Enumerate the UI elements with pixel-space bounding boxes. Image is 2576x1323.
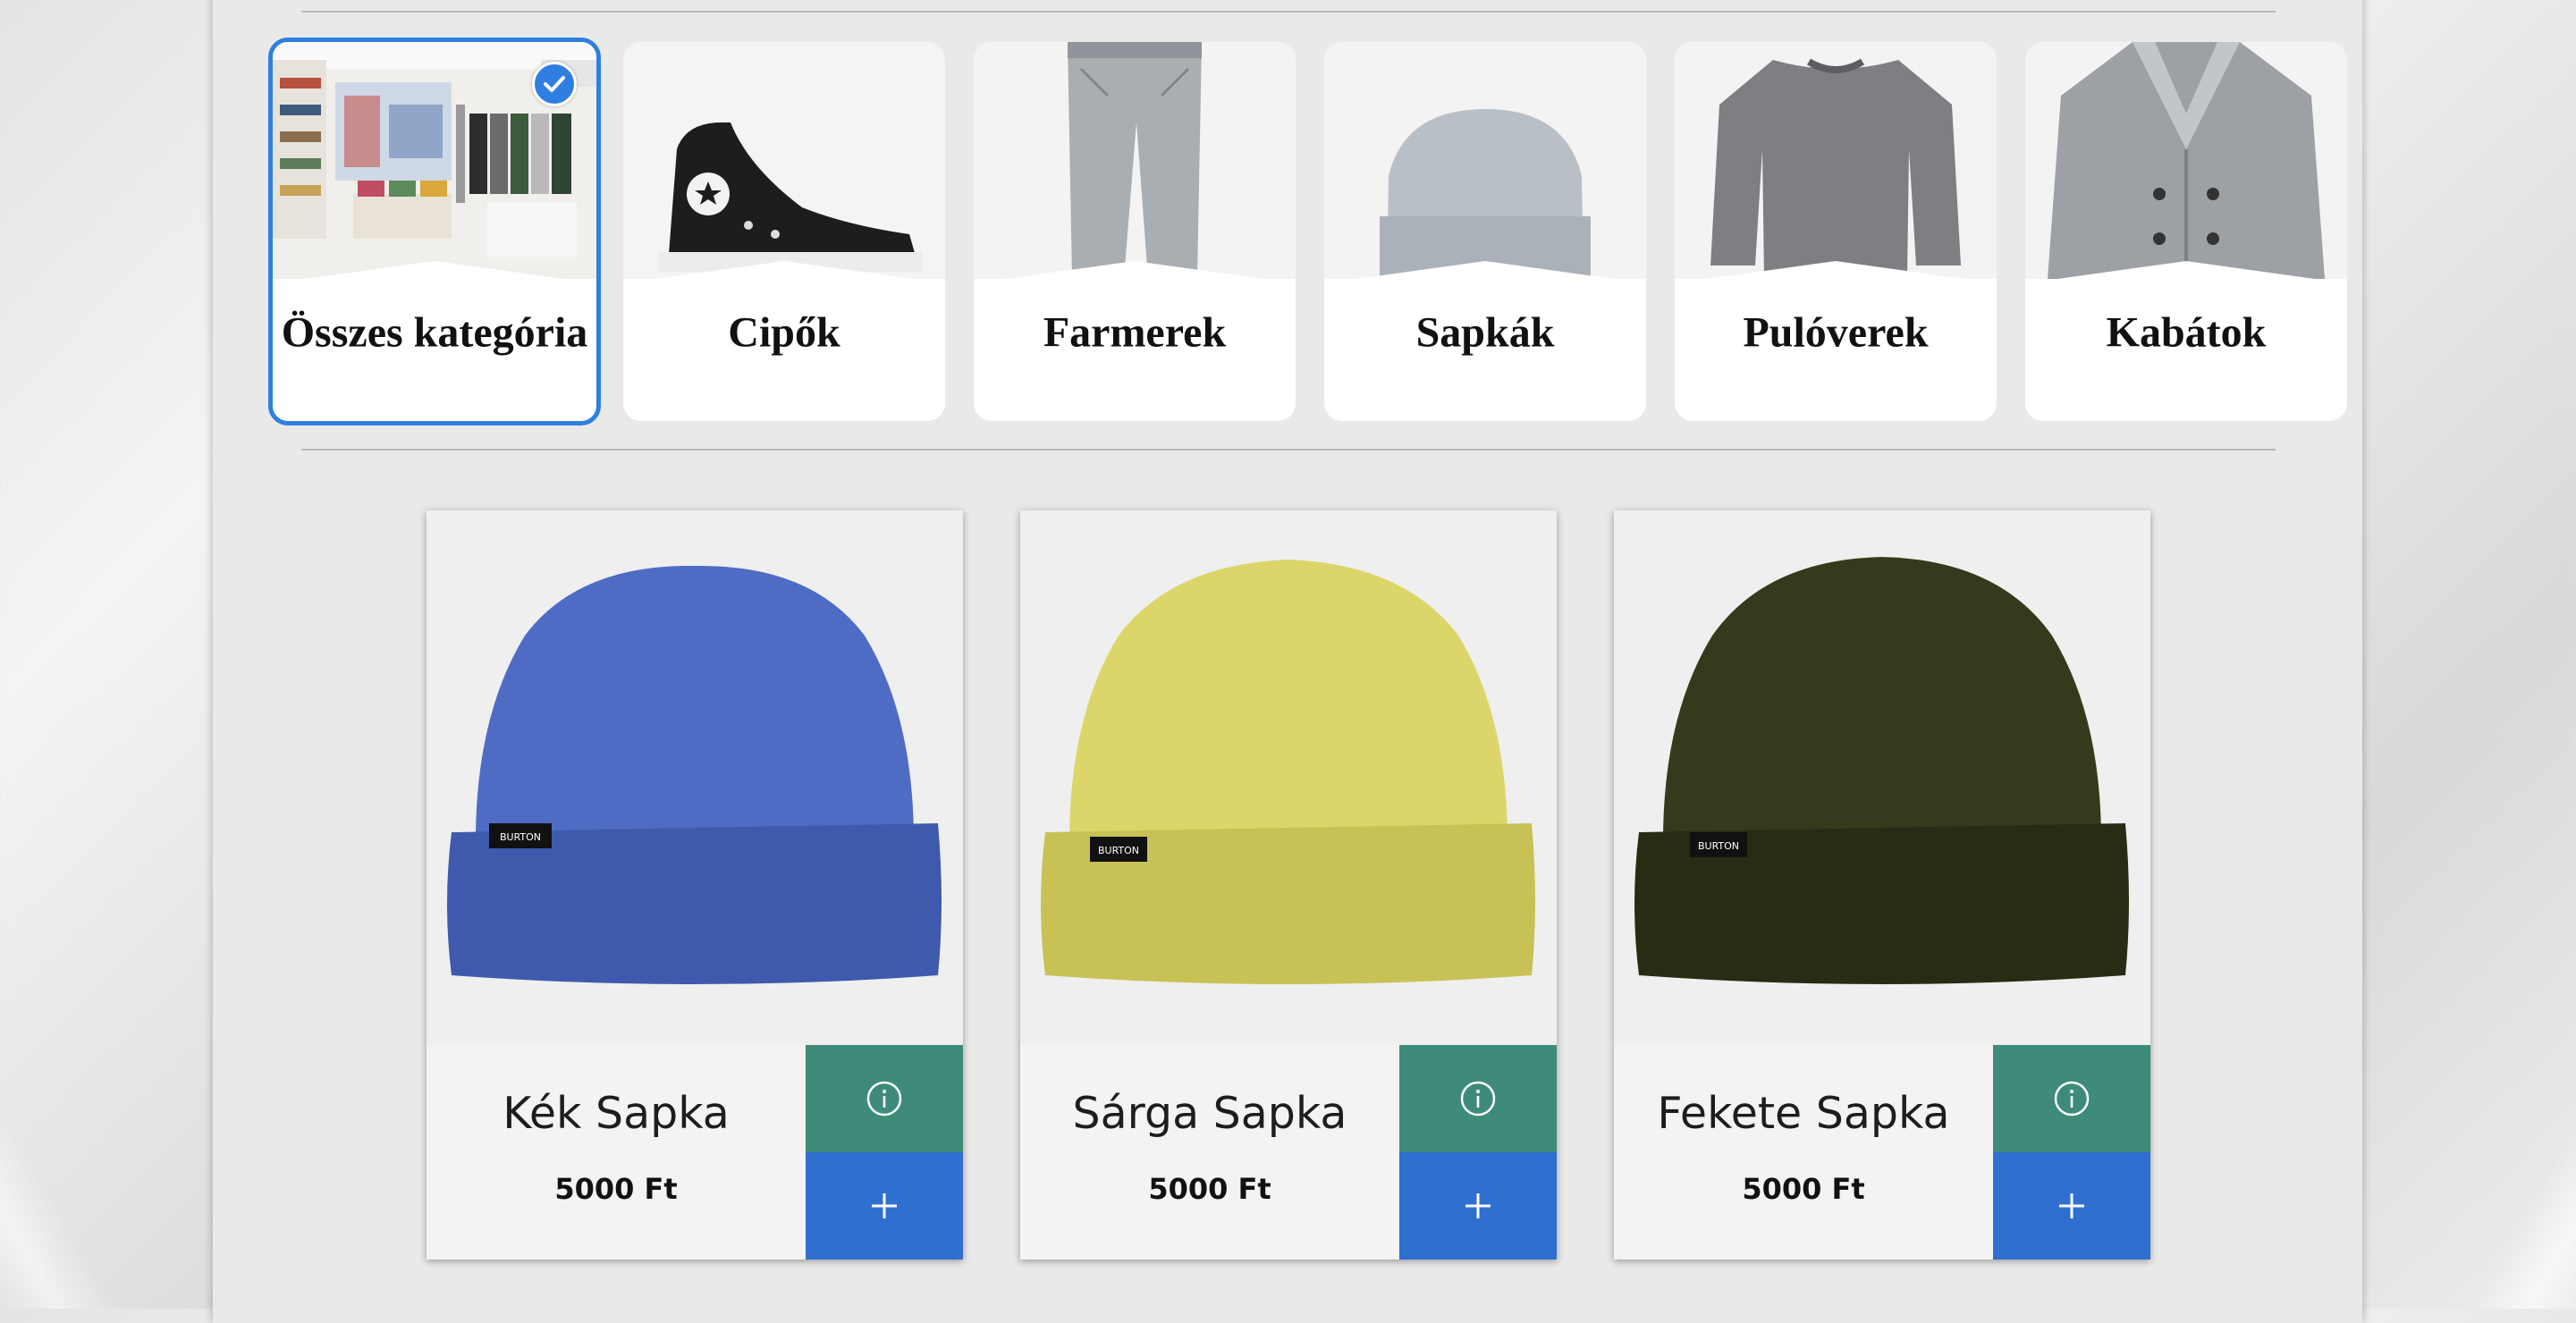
info-icon [2054, 1081, 2090, 1117]
category-label: Sapkák [1415, 308, 1555, 357]
product-image: BURTON [1614, 510, 2150, 1045]
info-button[interactable] [1993, 1045, 2150, 1152]
category-card-hats[interactable]: Sapkák [1324, 42, 1646, 421]
top-divider [301, 11, 2276, 13]
category-label: Cipők [728, 308, 840, 357]
checkmark-icon [532, 62, 577, 106]
product-image: BURTON [427, 510, 963, 1045]
category-divider [301, 449, 2276, 451]
info-icon [866, 1081, 902, 1117]
product-name: Sárga Sapka [1072, 1088, 1347, 1139]
card-wave [273, 261, 596, 310]
card-wave [2025, 261, 2347, 310]
card-wave [1675, 261, 1997, 310]
product-info: Sárga Sapka 5000 Ft [1020, 1045, 1399, 1260]
beanie-image [1324, 42, 1646, 279]
product-name: Kék Sapka [503, 1088, 730, 1139]
product-info: Fekete Sapka 5000 Ft [1614, 1045, 1993, 1260]
product-price: 5000 Ft [1742, 1172, 1865, 1206]
info-button[interactable] [1399, 1045, 1557, 1152]
sweater-image [1675, 42, 1997, 279]
product-price: 5000 Ft [554, 1172, 678, 1206]
plus-icon [872, 1193, 897, 1218]
coat-image [2025, 42, 2347, 279]
product-card: BURTON Sárga Sapka 5000 Ft [1020, 510, 1557, 1260]
add-to-cart-button[interactable] [1399, 1152, 1557, 1260]
info-button[interactable] [806, 1045, 963, 1152]
category-card-sweaters[interactable]: Pulóverek [1675, 42, 1997, 421]
card-wave [623, 261, 945, 310]
card-wave [974, 261, 1296, 310]
brand-tag: BURTON [500, 831, 541, 843]
plus-icon [1465, 1193, 1491, 1218]
brand-tag: BURTON [1098, 845, 1139, 856]
category-label: Összes kategória [281, 308, 588, 357]
product-info: Kék Sapka 5000 Ft [427, 1045, 806, 1260]
category-label: Kabátok [2106, 308, 2267, 357]
info-icon [1460, 1081, 1496, 1117]
plus-icon [2059, 1193, 2084, 1218]
category-card-all[interactable]: Összes kategória [268, 38, 601, 426]
sneaker-image [623, 42, 945, 279]
add-to-cart-button[interactable] [806, 1152, 963, 1260]
card-wave [1324, 261, 1646, 310]
jeans-image [974, 42, 1296, 279]
product-name: Fekete Sapka [1657, 1088, 1950, 1139]
product-price: 5000 Ft [1148, 1172, 1271, 1206]
category-card-shoes[interactable]: Cipők [623, 42, 945, 421]
add-to-cart-button[interactable] [1993, 1152, 2150, 1260]
brand-tag: BURTON [1698, 840, 1739, 852]
product-image: BURTON [1020, 510, 1557, 1045]
category-card-coats[interactable]: Kabátok [2025, 42, 2347, 421]
category-label: Farmerek [1043, 308, 1227, 357]
product-card: BURTON Fekete Sapka 5000 Ft [1614, 510, 2150, 1260]
product-card: BURTON Kék Sapka 5000 Ft [427, 510, 963, 1260]
category-label: Pulóverek [1743, 308, 1929, 357]
category-card-jeans[interactable]: Farmerek [974, 42, 1296, 421]
